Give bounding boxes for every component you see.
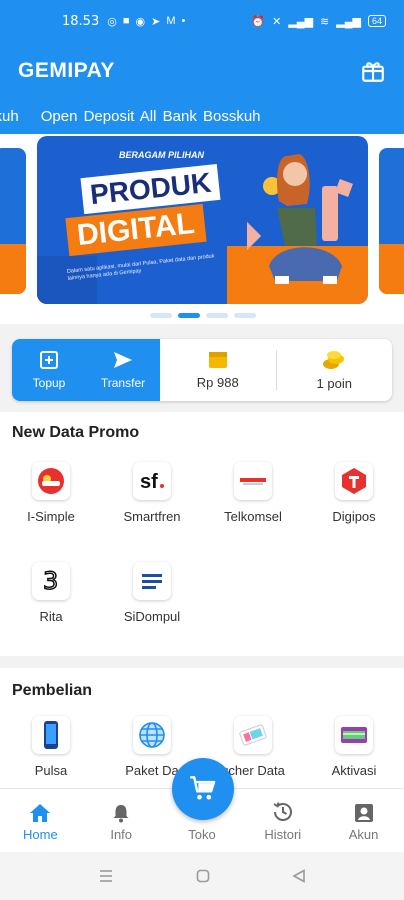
activation-card-icon (335, 716, 373, 754)
promo-item-sidompul[interactable]: SiDompul (111, 562, 193, 624)
wallet-coin-icon (208, 352, 227, 368)
status-time: 18.53 (62, 13, 100, 29)
promo-item-digipos[interactable]: Digipos (313, 462, 395, 524)
promo-item-label: SiDompul (123, 609, 181, 624)
promo-item-label: Rita (39, 609, 63, 624)
back-icon[interactable] (292, 869, 306, 883)
whatsapp-icon: ◎ (107, 15, 117, 28)
promo-banner[interactable]: BERAGAM PILIHAN PRODUK DIGITAL Dalam sat… (37, 136, 368, 304)
mute-icon: ✕ (272, 15, 282, 28)
home-icon (30, 804, 51, 822)
wallet-card: Topup Transfer Rp 988 1 poin (12, 339, 392, 401)
promo-item-label: Smartfren (123, 509, 181, 524)
carousel-dot[interactable] (206, 313, 228, 318)
promo-item-label: Telkomsel (224, 509, 282, 524)
app-title: GEMIPAY (18, 59, 115, 82)
nav-akun[interactable]: Akun (323, 789, 404, 852)
alarm-icon: ⏰ (251, 15, 266, 28)
purchase-item-label: Pulsa (34, 763, 68, 778)
account-icon (354, 804, 373, 822)
shopping-cart-icon (190, 776, 216, 800)
gift-icon[interactable] (360, 58, 386, 84)
promo-item-telkomsel[interactable]: Telkomsel (212, 462, 294, 524)
banner-kicker: BERAGAM PILIHAN (119, 150, 204, 160)
history-icon (273, 802, 292, 821)
status-bar: 18.53 ◎ ■ ◉ ➤ M • ⏰ ✕ ▂▄▆ ≋ ▂▄▆ 64 (0, 0, 404, 42)
dompul-logo-icon (133, 562, 171, 600)
promo-item-isimple[interactable]: I-Simple (10, 462, 92, 524)
promo-item-rita[interactable]: 3 Rita (10, 562, 92, 624)
wallet-actions: Topup Transfer (12, 339, 160, 401)
recent-apps-icon[interactable] (98, 869, 114, 883)
three-logo-icon: 3 (32, 562, 70, 600)
nav-info-label: Info (110, 827, 133, 842)
transfer-label: Transfer (100, 376, 146, 390)
nav-home-label: Home (23, 827, 58, 842)
send-icon: ➤ (151, 15, 161, 28)
purchase-item-pulsa[interactable]: Pulsa (10, 716, 92, 778)
send-icon (114, 352, 132, 368)
signal-icon: ▂▄▆ (288, 15, 314, 28)
nav-home[interactable]: Home (0, 789, 81, 852)
promo-item-smartfren[interactable]: sf Smartfren (111, 462, 193, 524)
notification-icons: ◎ ■ ◉ ➤ M • (107, 15, 185, 28)
signal-icon-2: ▂▄▆ (336, 15, 361, 28)
model-illustration-icon (247, 154, 353, 284)
telkomsel-logo-icon (335, 462, 373, 500)
battery-icon: 64 (367, 15, 386, 27)
indosat-logo-icon (32, 462, 70, 500)
home-square-icon[interactable] (196, 869, 210, 883)
gold-coins-icon (323, 351, 345, 369)
banner-previous[interactable] (0, 148, 26, 294)
purchase-item-label: Aktivasi (331, 763, 377, 778)
add-square-icon (40, 351, 58, 369)
promo-item-label: Digipos (332, 509, 376, 524)
svg-text:3: 3 (43, 567, 58, 595)
points[interactable]: 1 poin (277, 339, 393, 401)
announcement-marquee: All Bank Bosskuh Open Deposit All Bank Bo… (0, 100, 404, 134)
carousel-dot[interactable] (234, 313, 256, 318)
globe-icon (133, 716, 171, 754)
app-bar: GEMIPAY (0, 42, 404, 100)
gmail-icon: M (166, 14, 176, 27)
system-icons: ⏰ ✕ ▂▄▆ ≋ ▂▄▆ 64 (251, 15, 386, 28)
section-title: New Data Promo (12, 424, 140, 441)
section-title: Pembelian (12, 682, 93, 699)
voucher-icon (234, 716, 272, 754)
new-data-promo-section: New Data Promo I-Simple sf Smartfren Tel… (0, 412, 404, 656)
carousel-dot-active[interactable] (178, 313, 200, 318)
purchase-item-label: Paket Da (125, 763, 179, 778)
svg-text:sf: sf (140, 471, 158, 493)
marquee-text: All Bank Bosskuh Open Deposit All Bank Bo… (0, 108, 283, 125)
nav-akun-label: Akun (348, 827, 379, 842)
balance[interactable]: Rp 988 (160, 339, 276, 401)
app-icon: ◉ (135, 15, 146, 28)
points-value: 1 poin (316, 376, 352, 391)
phone-icon (32, 716, 70, 754)
nav-histori-label: Histori (264, 827, 302, 842)
wifi-icon: ≋ (320, 15, 330, 28)
transfer-button[interactable]: Transfer (86, 339, 160, 401)
nav-histori[interactable]: Histori (242, 789, 323, 852)
carousel-dot[interactable] (150, 313, 172, 318)
balance-value: Rp 988 (196, 375, 239, 390)
shop-cart-button[interactable] (172, 758, 234, 820)
topup-label: Topup (32, 376, 66, 390)
purchase-item-aktivasi[interactable]: Aktivasi (313, 716, 395, 778)
topup-button[interactable]: Topup (12, 339, 86, 401)
more-dot-icon: • (181, 14, 186, 27)
marquee-text-2: Open Deposit All Bank Bosskuh (40, 108, 261, 125)
bell-icon (113, 805, 129, 823)
digipos-logo-icon (234, 462, 272, 500)
banner-next[interactable] (379, 148, 404, 294)
nav-toko-label: Toko (188, 827, 216, 842)
system-navigation-bar (0, 852, 404, 900)
carousel-indicator (150, 313, 256, 318)
nav-info[interactable]: Info (81, 789, 162, 852)
smartfren-logo-icon: sf (133, 462, 171, 500)
promo-item-label: I-Simple (27, 509, 75, 524)
shopping-bag-icon: ■ (122, 14, 130, 27)
marquee-text-1: All Bank Bosskuh (0, 108, 19, 125)
